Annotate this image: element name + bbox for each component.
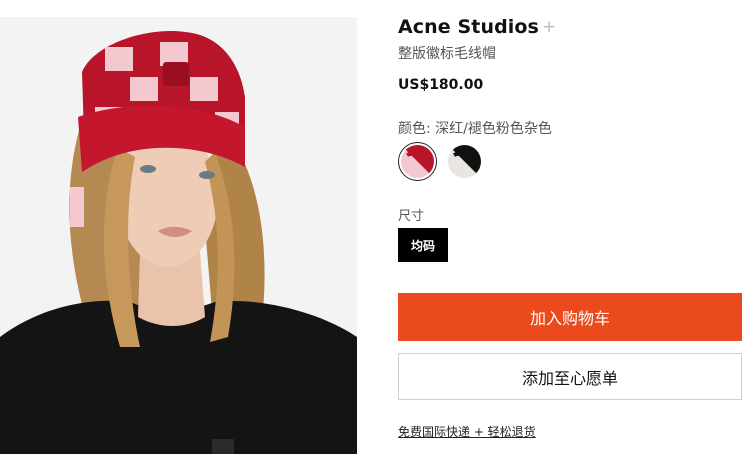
product-photo[interactable] <box>0 17 357 454</box>
brand-row: Acne Studios + <box>398 14 556 40</box>
size-label: 尺寸 <box>398 209 425 224</box>
product-name: 整版徽标毛线帽 <box>398 46 496 62</box>
color-swatches <box>398 142 484 181</box>
color-swatch-deep-red-pink[interactable] <box>398 142 437 181</box>
product-price: US$180.00 <box>398 77 484 93</box>
red-pink-swatch-icon <box>401 145 434 178</box>
brand-name-link[interactable]: Acne Studios <box>398 16 539 38</box>
shipping-returns-link[interactable]: 免费国际快递 + 轻松退货 <box>398 423 536 440</box>
color-label: 颜色: 深红/褪色粉色杂色 <box>398 121 552 137</box>
follow-brand-plus-icon[interactable]: + <box>542 18 556 36</box>
color-swatch-black-white[interactable] <box>445 142 484 181</box>
product-details: Acne Studios + 整版徽标毛线帽 US$180.00 颜色: 深红/… <box>398 0 742 454</box>
size-option-one-size[interactable]: 均码 <box>398 228 448 262</box>
add-to-wishlist-button[interactable]: 添加至心愿单 <box>398 353 742 400</box>
add-to-cart-button[interactable]: 加入购物车 <box>398 293 742 341</box>
black-white-swatch-icon <box>448 145 481 178</box>
model-wearing-beanie-image <box>0 17 357 454</box>
